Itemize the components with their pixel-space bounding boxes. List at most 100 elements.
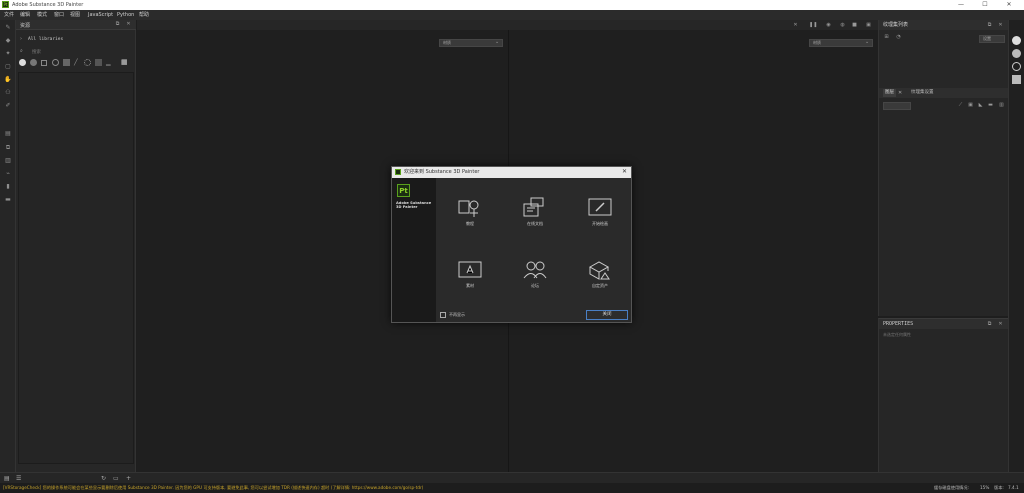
menu-javascript[interactable]: JavaScript [88,11,113,19]
polygon-fill-icon[interactable]: ▢ [4,63,12,71]
right-dock-strip [1008,20,1024,472]
filter-all-icon[interactable] [19,59,26,66]
version-label: 版本: [994,485,1004,490]
filter-filters-icon[interactable]: ▁ [106,59,111,66]
uv-tool-icon[interactable]: ▥ [4,157,12,165]
dialog-title: 欢迎来到 Substance 3D Painter [404,169,480,175]
asset-grid[interactable] [18,72,134,464]
tile-tutorial[interactable]: 教程 [440,189,500,237]
camera-view-icon[interactable]: ◉ [825,22,832,29]
texture-set-dock-icon[interactable] [1012,36,1021,45]
window-title: Adobe Substance 3D Painter [12,2,84,8]
menu-python[interactable]: Python [117,11,134,19]
dont-show-again-checkbox[interactable] [440,312,446,318]
add-mask-icon[interactable]: ▣ [967,102,974,109]
close-panel-icon[interactable]: ✕ [997,22,1004,29]
menu-help[interactable]: 帮助 [139,11,149,19]
export-icon[interactable]: ▮ [4,183,12,191]
close-window-button[interactable]: ✕ [998,0,1020,10]
display-settings-icon[interactable]: ◍ [839,22,846,29]
close-panel-icon[interactable]: ✕ [125,21,132,28]
close-panel-icon[interactable]: ✕ [997,321,1004,328]
show-layers-icon[interactable]: ▤ [4,475,10,482]
show-list-icon[interactable]: ☰ [16,475,21,482]
viewport-3d-dropdown[interactable]: 材质 [439,39,503,47]
video-camera-icon[interactable]: ■ [851,22,858,29]
texture-settings-icon[interactable]: ⊞ [883,34,890,41]
menu-view[interactable]: 视图 [70,11,80,19]
chevron-right-icon[interactable]: › [20,36,22,42]
display-settings-dock-icon[interactable] [1012,49,1021,58]
menu-file[interactable]: 文件 [4,11,14,19]
projection-icon[interactable]: ✦ [4,50,12,58]
add-fill-layer-icon[interactable]: ◣ [977,102,984,109]
clone-icon[interactable]: ⚇ [4,89,12,97]
welcome-dialog: 欢迎来到 Substance 3D Painter ✕ Pt Adobe Sub… [391,166,632,323]
maximize-button[interactable]: ☐ [974,0,996,10]
float-panel-icon[interactable]: ⧉ [114,21,121,28]
menu-window[interactable]: 窗口 [54,11,64,19]
menu-mode[interactable]: 模式 [37,11,47,19]
minimize-button[interactable]: — [950,0,972,10]
filter-masks-icon[interactable] [52,59,59,66]
tile-forum[interactable]: 论坛 [505,251,565,299]
close-tab-icon[interactable]: ✕ [898,89,902,97]
tile-custom-assets[interactable]: 自定资产 [570,251,630,299]
filter-brushes-icon[interactable]: ╱ [74,59,78,66]
filter-textures-icon[interactable] [63,59,70,66]
texture-set-dropdown[interactable]: 设置 [979,35,1005,43]
library-breadcrumb[interactable]: All libraries [28,37,63,42]
eraser-icon[interactable]: ◆ [4,37,12,45]
viewport-2d-dropdown[interactable]: 材质 [809,39,873,47]
delete-layer-icon[interactable]: ▥ [998,102,1005,109]
float-panel-icon[interactable]: ⧉ [986,321,993,328]
search-input[interactable]: 搜索 [32,49,41,55]
filter-environments-icon[interactable] [95,59,102,66]
tool-bar: ✎ ◆ ✦ ▢ ✋ ⚇ ✐ ▤ ⧉ ▥ ⌁ ▮ ▬ [0,20,16,472]
pause-icon[interactable]: ❚❚ [809,22,817,29]
tile-assets[interactable]: 素材 [440,251,500,299]
assets-panel: 资源 ⧉ ✕ › All libraries ⌕ 搜索 ╱ ▁ ▦ [16,20,136,472]
color-picker-icon[interactable]: ✐ [4,102,12,110]
properties-empty-text: 未选定任何属性 [883,332,911,337]
render-mode-icon[interactable]: ✕ [792,22,799,29]
add-effect-icon[interactable]: ⟋ [957,102,964,109]
filter-particles-icon[interactable] [84,59,91,66]
dialog-sidebar: Pt Adobe Substance 3D Painter [392,178,436,322]
tab-texture-set-settings[interactable]: 纹理集设置 [911,89,934,97]
grid-view-icon[interactable]: ▦ [121,59,128,66]
add-asset-icon[interactable]: + [126,475,131,482]
tab-layers[interactable]: 图层 [883,89,896,97]
new-folder-icon[interactable]: ▭ [113,475,119,482]
refresh-icon[interactable]: ↻ [101,475,106,482]
tile-label: 自定资产 [592,283,608,288]
add-folder-icon[interactable]: ▬ [987,102,994,109]
history-icon[interactable]: ⌁ [4,170,12,178]
tile-label: 论坛 [531,283,539,288]
import-icon[interactable]: ▬ [4,196,12,204]
blend-mode-dropdown[interactable] [883,102,911,110]
texture-visibility-icon[interactable]: ◔ [895,34,902,41]
assets-panel-header: 资源 ⧉ ✕ [16,20,136,30]
shader-settings-dock-icon[interactable] [1012,75,1021,84]
texture-set-panel: 纹理集列表 ⧉ ✕ ⊞ ◔ 设置 [878,20,1009,88]
menu-edit[interactable]: 编辑 [20,11,30,19]
close-dialog-button[interactable]: 关闭 [586,310,628,320]
cache-value: 15% [980,485,990,490]
paint-brush-icon[interactable]: ✎ [4,24,12,32]
layers-panel: 图层 ✕ 纹理集设置 ⟋ ▣ ◣ ▬ ▥ [878,88,1009,316]
float-panel-icon[interactable]: ⧉ [986,22,993,29]
search-icon: ⌕ [20,48,23,54]
history-dock-icon[interactable] [1012,62,1021,71]
geometry-icon[interactable]: ⧉ [4,144,12,152]
filter-smart-materials-icon[interactable] [41,60,47,66]
tile-start-painting[interactable]: 开始绘画 [570,189,630,237]
tile-documentation[interactable]: 在线文档 [505,189,565,237]
title-bar: Pt Adobe Substance 3D Painter — ☐ ✕ [0,0,1024,10]
smudge-icon[interactable]: ✋ [4,76,12,84]
dialog-close-icon[interactable]: ✕ [622,168,627,176]
screenshot-icon[interactable]: ▣ [865,22,872,29]
assets-icon [458,261,482,278]
bake-icon[interactable]: ▤ [4,130,12,138]
filter-materials-icon[interactable] [30,59,37,66]
